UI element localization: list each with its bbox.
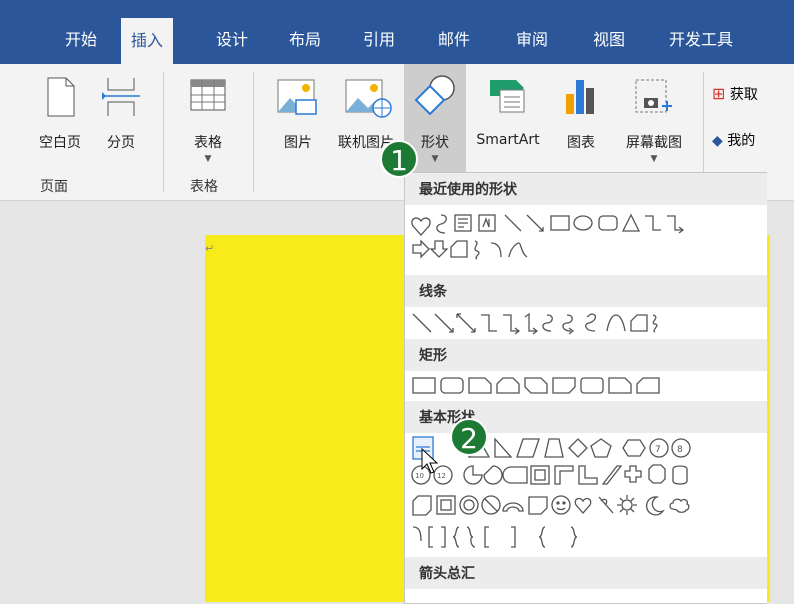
tab-layout[interactable]: 布局 — [287, 22, 323, 58]
section-title: 最近使用的形状 — [419, 182, 517, 198]
lines-gallery[interactable] — [411, 311, 765, 337]
ribbon-tab-bar: 开始 插入 设计 布局 引用 邮件 审阅 视图 开发工具 — [0, 0, 794, 64]
tab-developer[interactable]: 开发工具 — [667, 22, 735, 58]
svg-text:7: 7 — [655, 445, 661, 455]
step-badge-2: 2 — [450, 418, 488, 456]
svg-text:8: 8 — [677, 445, 683, 455]
screenshot-button[interactable]: 屏幕截图 ▼ — [612, 64, 696, 174]
shapes-icon — [404, 72, 466, 120]
section-title: 箭头总汇 — [419, 566, 475, 582]
blank-page-icon — [30, 72, 90, 120]
chart-label: 图表 — [567, 135, 595, 151]
screenshot-label: 屏幕截图 — [626, 135, 682, 151]
group-label-pages: 页面 — [40, 179, 68, 195]
chart-button[interactable]: 图表 — [556, 64, 606, 174]
blank-page-button[interactable]: 空白页 — [30, 64, 90, 174]
rectangles-gallery[interactable] — [411, 375, 765, 397]
smartart-label: SmartArt — [476, 132, 540, 148]
blank-page-label: 空白页 — [39, 135, 81, 151]
page-break-icon — [96, 72, 146, 120]
picture-label: 图片 — [284, 135, 312, 151]
smartart-button[interactable]: SmartArt — [468, 64, 548, 174]
chart-icon — [556, 72, 606, 120]
group-separator — [163, 72, 164, 192]
picture-icon — [268, 72, 328, 120]
section-rectangles: 矩形 — [405, 339, 767, 371]
online-picture-icon — [330, 72, 402, 120]
section-title: 矩形 — [419, 348, 447, 364]
paragraph-mark: ↵ — [205, 242, 215, 255]
step-badge-1: 1 — [380, 140, 418, 178]
recent-shapes-gallery[interactable] — [411, 211, 765, 267]
my-addins-button[interactable]: ◆ 我的 — [712, 130, 755, 150]
table-icon — [178, 72, 238, 120]
section-arrows: 箭头总汇 — [405, 557, 767, 589]
tab-insert[interactable]: 插入 — [121, 18, 174, 64]
get-addins-label: 获取 — [729, 87, 758, 103]
picture-button[interactable]: 图片 — [268, 64, 328, 174]
page-break-label: 分页 — [107, 135, 135, 151]
shapes-dropdown: 最近使用的形状 线条 矩形 基本形状 7 8 10 12 箭头总汇 — [404, 172, 767, 604]
section-title: 线条 — [419, 284, 447, 300]
group-separator — [253, 72, 254, 192]
tab-mailings[interactable]: 邮件 — [436, 22, 472, 58]
section-recent-shapes: 最近使用的形状 — [405, 173, 767, 205]
screenshot-icon — [612, 72, 696, 120]
tab-design[interactable]: 设计 — [214, 22, 250, 58]
chevron-down-icon: ▼ — [204, 154, 212, 164]
table-button[interactable]: 表格 ▼ — [178, 64, 238, 174]
group-label-tables: 表格 — [190, 179, 218, 195]
addins-icon: ◆ — [712, 133, 723, 149]
mouse-cursor-icon — [421, 448, 439, 474]
section-lines: 线条 — [405, 275, 767, 307]
page-break-button[interactable]: 分页 — [96, 64, 146, 174]
smartart-icon — [468, 72, 548, 120]
get-addins-button[interactable]: ⊞ 获取 — [712, 84, 758, 104]
tab-references[interactable]: 引用 — [361, 22, 397, 58]
my-addins-label: 我的 — [727, 133, 756, 149]
chevron-down-icon: ▼ — [650, 154, 658, 164]
table-label: 表格 — [194, 135, 222, 151]
tab-review[interactable]: 审阅 — [514, 22, 550, 58]
tab-view[interactable]: 视图 — [591, 22, 627, 58]
store-icon: ⊞ — [712, 84, 726, 103]
tab-start[interactable]: 开始 — [63, 22, 99, 58]
